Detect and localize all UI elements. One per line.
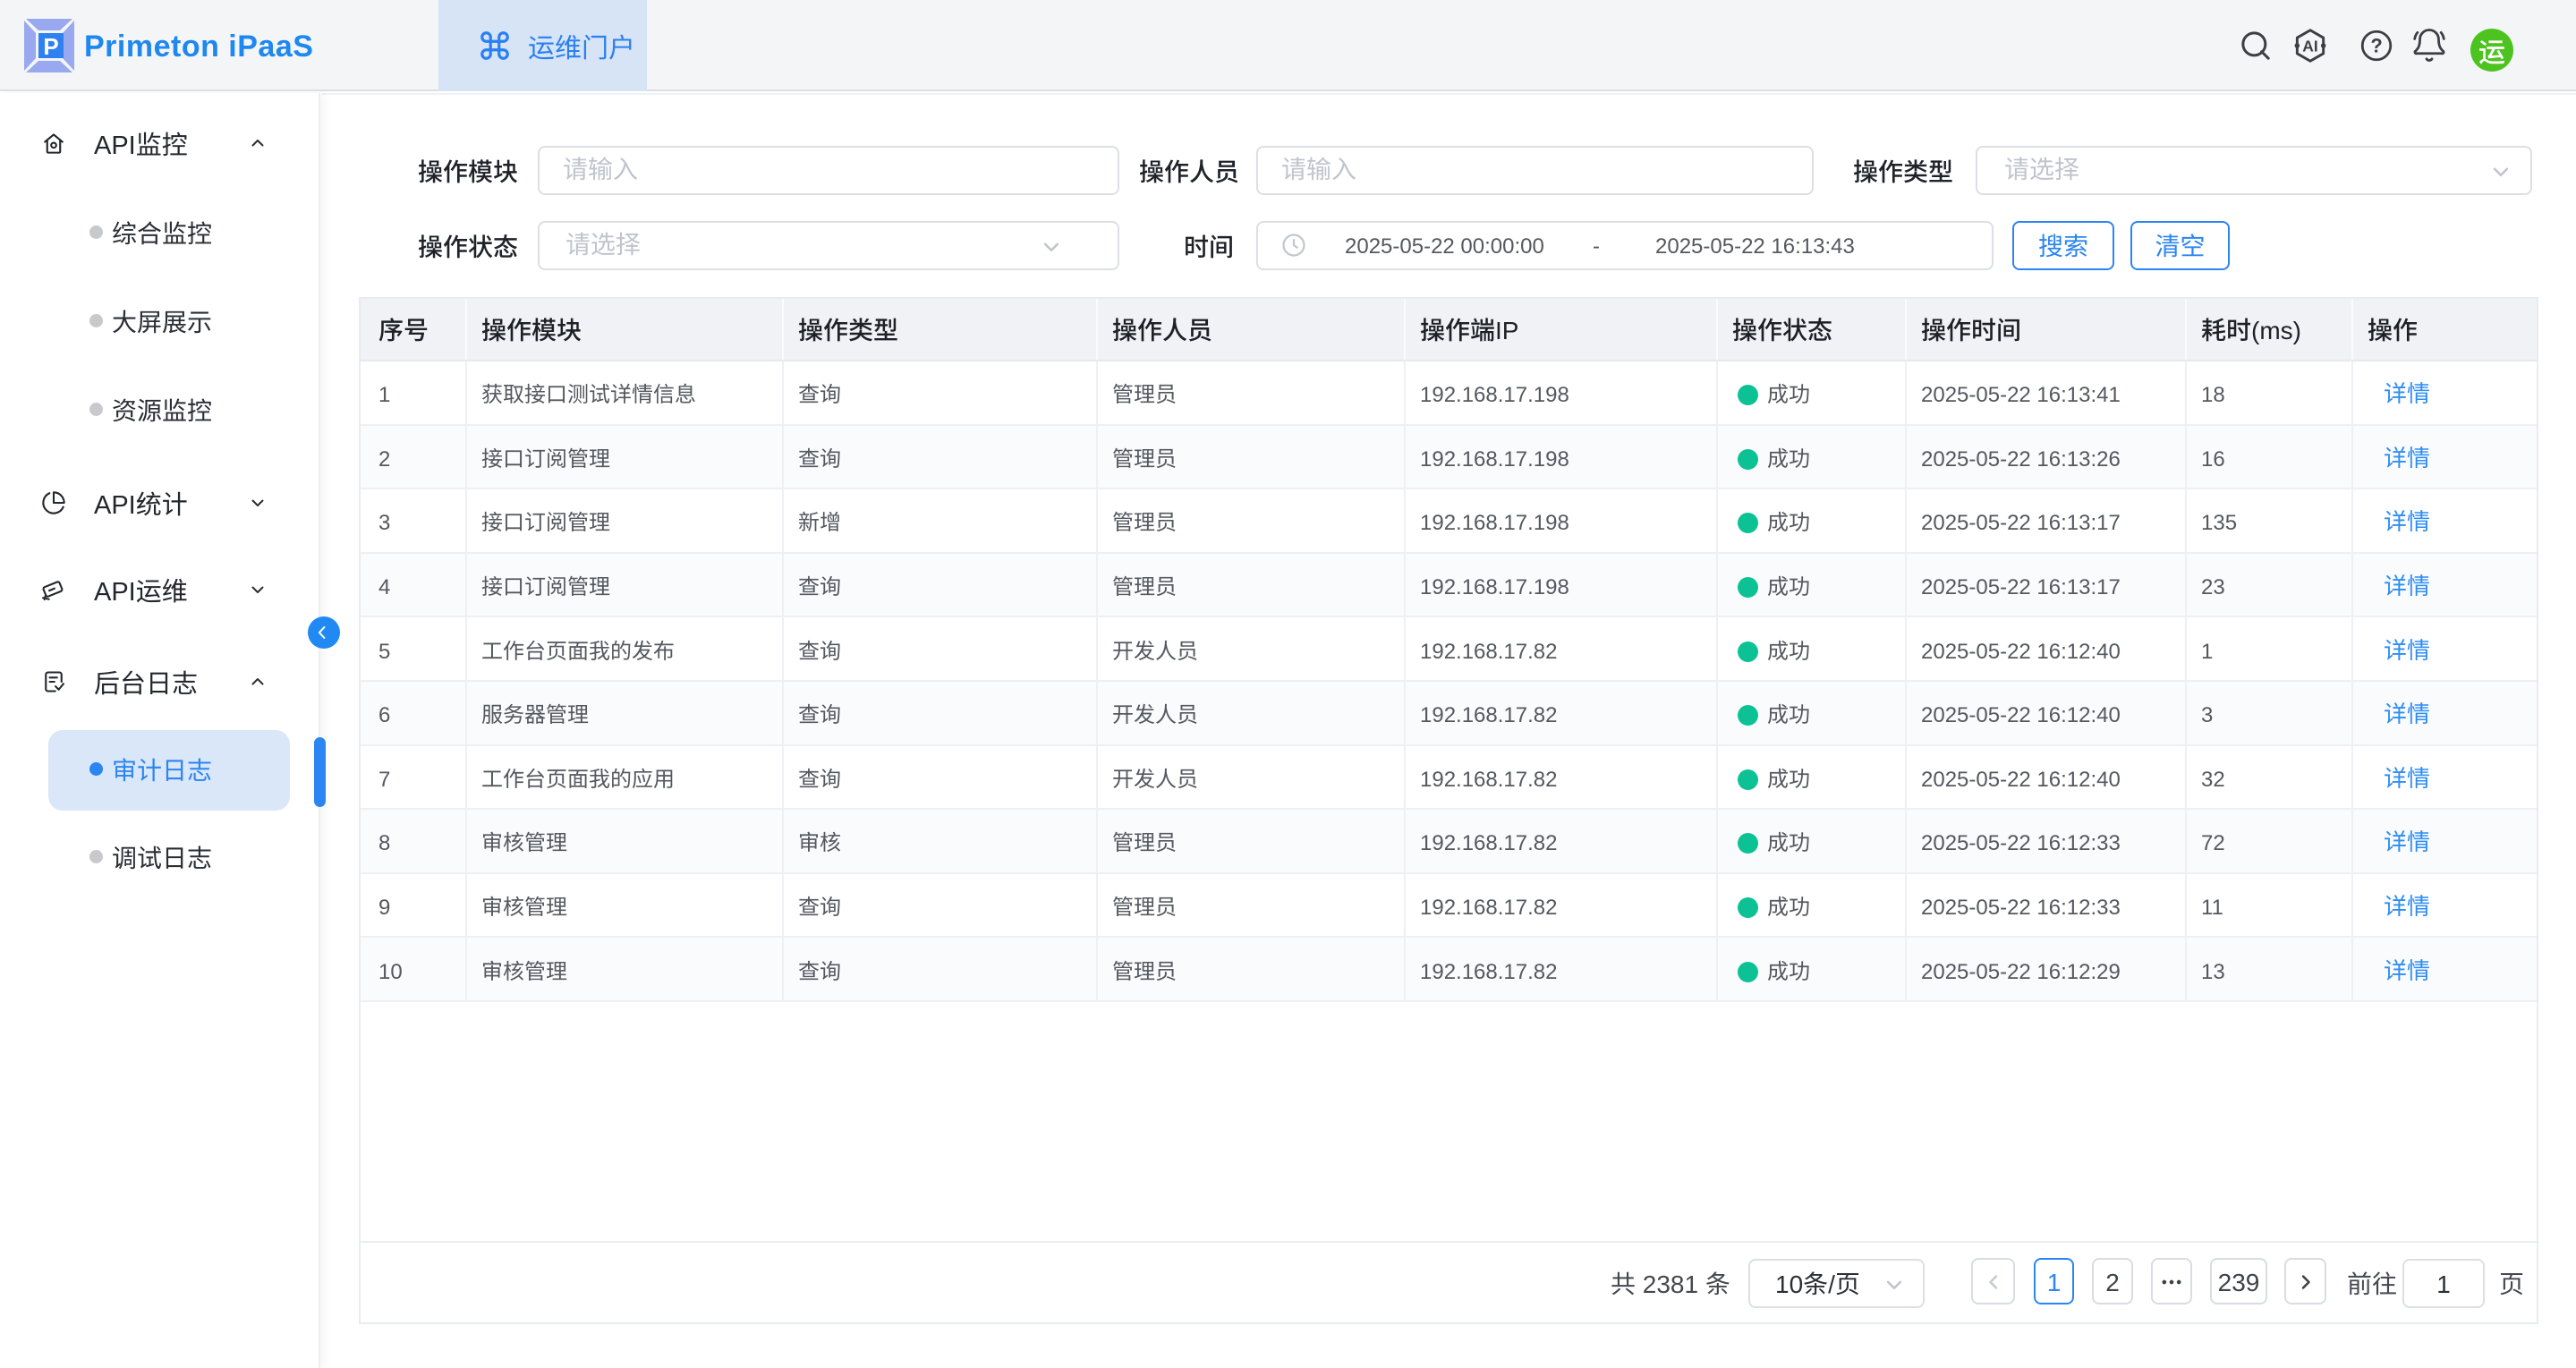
svg-text:AI: AI [2302,38,2317,55]
svg-text:P: P [43,33,58,60]
svg-text:?: ? [2370,35,2382,57]
